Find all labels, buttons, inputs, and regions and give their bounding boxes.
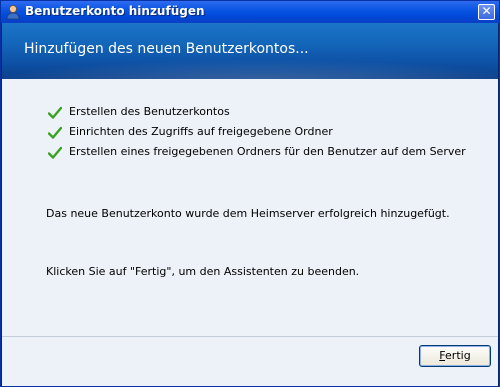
checkmark-icon (48, 106, 62, 119)
checkmark-icon (48, 146, 62, 159)
finish-button[interactable]: Fertig (419, 345, 491, 367)
checkmark-icon (48, 126, 62, 139)
close-icon: ✕ (481, 4, 492, 18)
button-bar: Fertig (2, 336, 498, 386)
wizard-heading: Hinzufügen des neuen Benutzerkontos... (24, 41, 309, 57)
success-message: Das neue Benutzerkonto wurde dem Heimser… (46, 207, 450, 220)
checklist-item-label: Einrichten des Zugriffs auf freigegebene… (69, 125, 333, 138)
instruction-message: Klicken Sie auf "Fertig", um den Assiste… (46, 265, 360, 278)
dialog-window: Benutzerkonto hinzufügen ✕ Hinzufügen de… (0, 0, 500, 387)
checklist-item-label: Erstellen des Benutzerkontos (69, 105, 230, 118)
wizard-content: Erstellen des Benutzerkontos Einrichten … (2, 79, 498, 336)
header-glow (2, 59, 498, 79)
close-button[interactable]: ✕ (478, 4, 495, 20)
checklist-item-label: Erstellen eines freigegebenen Ordners fü… (69, 145, 466, 158)
window-title: Benutzerkonto hinzufügen (25, 4, 205, 18)
user-account-icon (6, 5, 20, 20)
title-bar[interactable]: Benutzerkonto hinzufügen ✕ (1, 1, 499, 23)
wizard-header: Hinzufügen des neuen Benutzerkontos... (2, 23, 498, 79)
